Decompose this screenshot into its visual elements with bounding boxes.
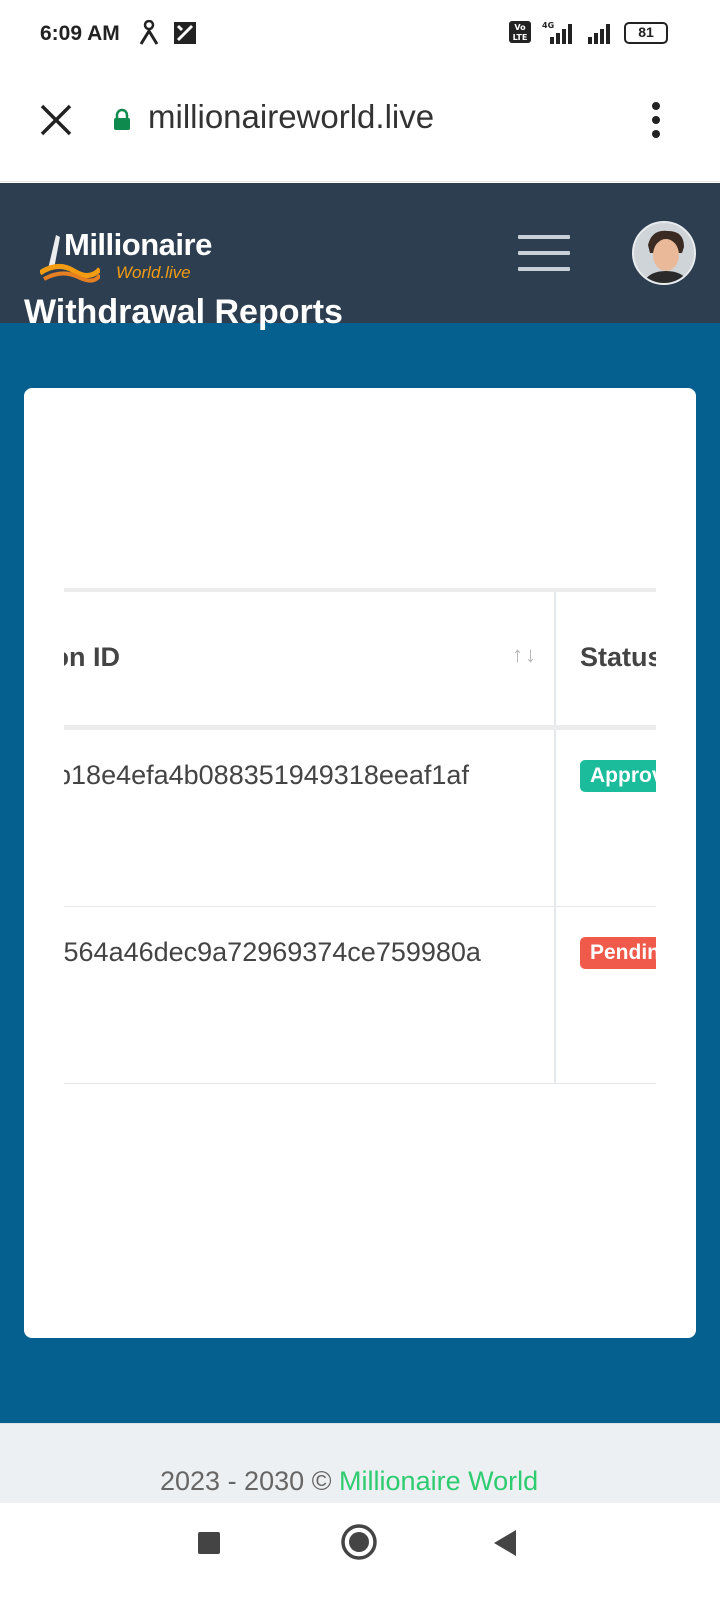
table-scroll-container[interactable]: Transaction ID ↑↓ Status 7b18e4efa4b0883… — [64, 588, 656, 1088]
column-header-transaction-id[interactable]: Transaction ID ↑↓ — [64, 592, 556, 725]
more-options-icon[interactable] — [646, 100, 666, 140]
user-avatar-icon — [634, 223, 694, 283]
table-header-row: Transaction ID ↑↓ Status — [64, 588, 656, 730]
gallery-icon — [174, 22, 196, 44]
sort-icon[interactable]: ↑↓ — [512, 642, 538, 668]
svg-text:Vo: Vo — [514, 23, 526, 32]
table-row: 7b18e4efa4b088351949318eeaf1af Approved — [64, 730, 656, 907]
transaction-id-cell: 7b18e4efa4b088351949318eeaf1af — [64, 730, 556, 906]
transaction-id: bf564a46dec9a72969374ce759980a — [64, 937, 481, 967]
status-badge: Pending — [580, 937, 656, 969]
volte-icon: Vo LTE — [509, 21, 531, 43]
column-header-label: Status — [580, 642, 656, 672]
svg-text:4G: 4G — [542, 21, 554, 30]
recent-apps-icon[interactable] — [196, 1530, 222, 1556]
logo-subtext: World.live — [116, 263, 191, 282]
avatar[interactable] — [632, 221, 696, 285]
status-time: 6:09 AM — [40, 22, 120, 45]
hamburger-menu-icon[interactable] — [518, 235, 570, 271]
report-card: Transaction ID ↑↓ Status 7b18e4efa4b0883… — [24, 388, 696, 1338]
home-icon[interactable] — [340, 1523, 378, 1561]
close-icon[interactable] — [36, 100, 76, 140]
url-bar[interactable]: millionaireworld.live — [148, 98, 434, 136]
status-cell: Pending — [556, 907, 656, 1083]
transaction-id: 7b18e4efa4b088351949318eeaf1af — [64, 760, 469, 790]
status-cell: Approved — [556, 730, 656, 906]
footer: 2023 - 2030 © Millionaire World — [0, 1423, 720, 1503]
withdrawal-table: Transaction ID ↑↓ Status 7b18e4efa4b0883… — [64, 588, 656, 1084]
svg-text:LTE: LTE — [513, 33, 528, 42]
footer-brand-link[interactable]: Millionaire World — [339, 1466, 538, 1496]
content-area: Withdrawal Reports Transaction ID ↑↓ Sta… — [0, 293, 720, 1423]
lock-icon — [114, 108, 130, 130]
page-title: Withdrawal Reports — [24, 293, 343, 331]
accessibility-icon — [139, 20, 159, 45]
back-icon[interactable] — [492, 1528, 518, 1558]
status-bar: 6:09 AM Vo LTE 4G 81 — [0, 0, 720, 70]
column-header-label: Transaction ID — [64, 642, 121, 672]
system-nav-bar — [0, 1503, 720, 1600]
footer-copyright: 2023 - 2030 © Millionaire World — [160, 1466, 538, 1497]
footer-years: 2023 - 2030 © — [160, 1466, 332, 1496]
battery-level: 81 — [638, 24, 654, 40]
logo-text: Millionaire — [64, 227, 212, 262]
status-badge: Approved — [580, 760, 656, 792]
logo[interactable]: Millionaire World.live — [40, 227, 240, 287]
table-row: bf564a46dec9a72969374ce759980a Pending — [64, 907, 656, 1084]
column-header-status[interactable]: Status — [556, 592, 656, 725]
signal-4g-icon: 4G — [542, 21, 572, 44]
signal-icon — [588, 24, 610, 44]
transaction-id-cell: bf564a46dec9a72969374ce759980a — [64, 907, 556, 1083]
battery-icon: 81 — [624, 22, 668, 44]
browser-bar: millionaireworld.live — [0, 70, 720, 182]
